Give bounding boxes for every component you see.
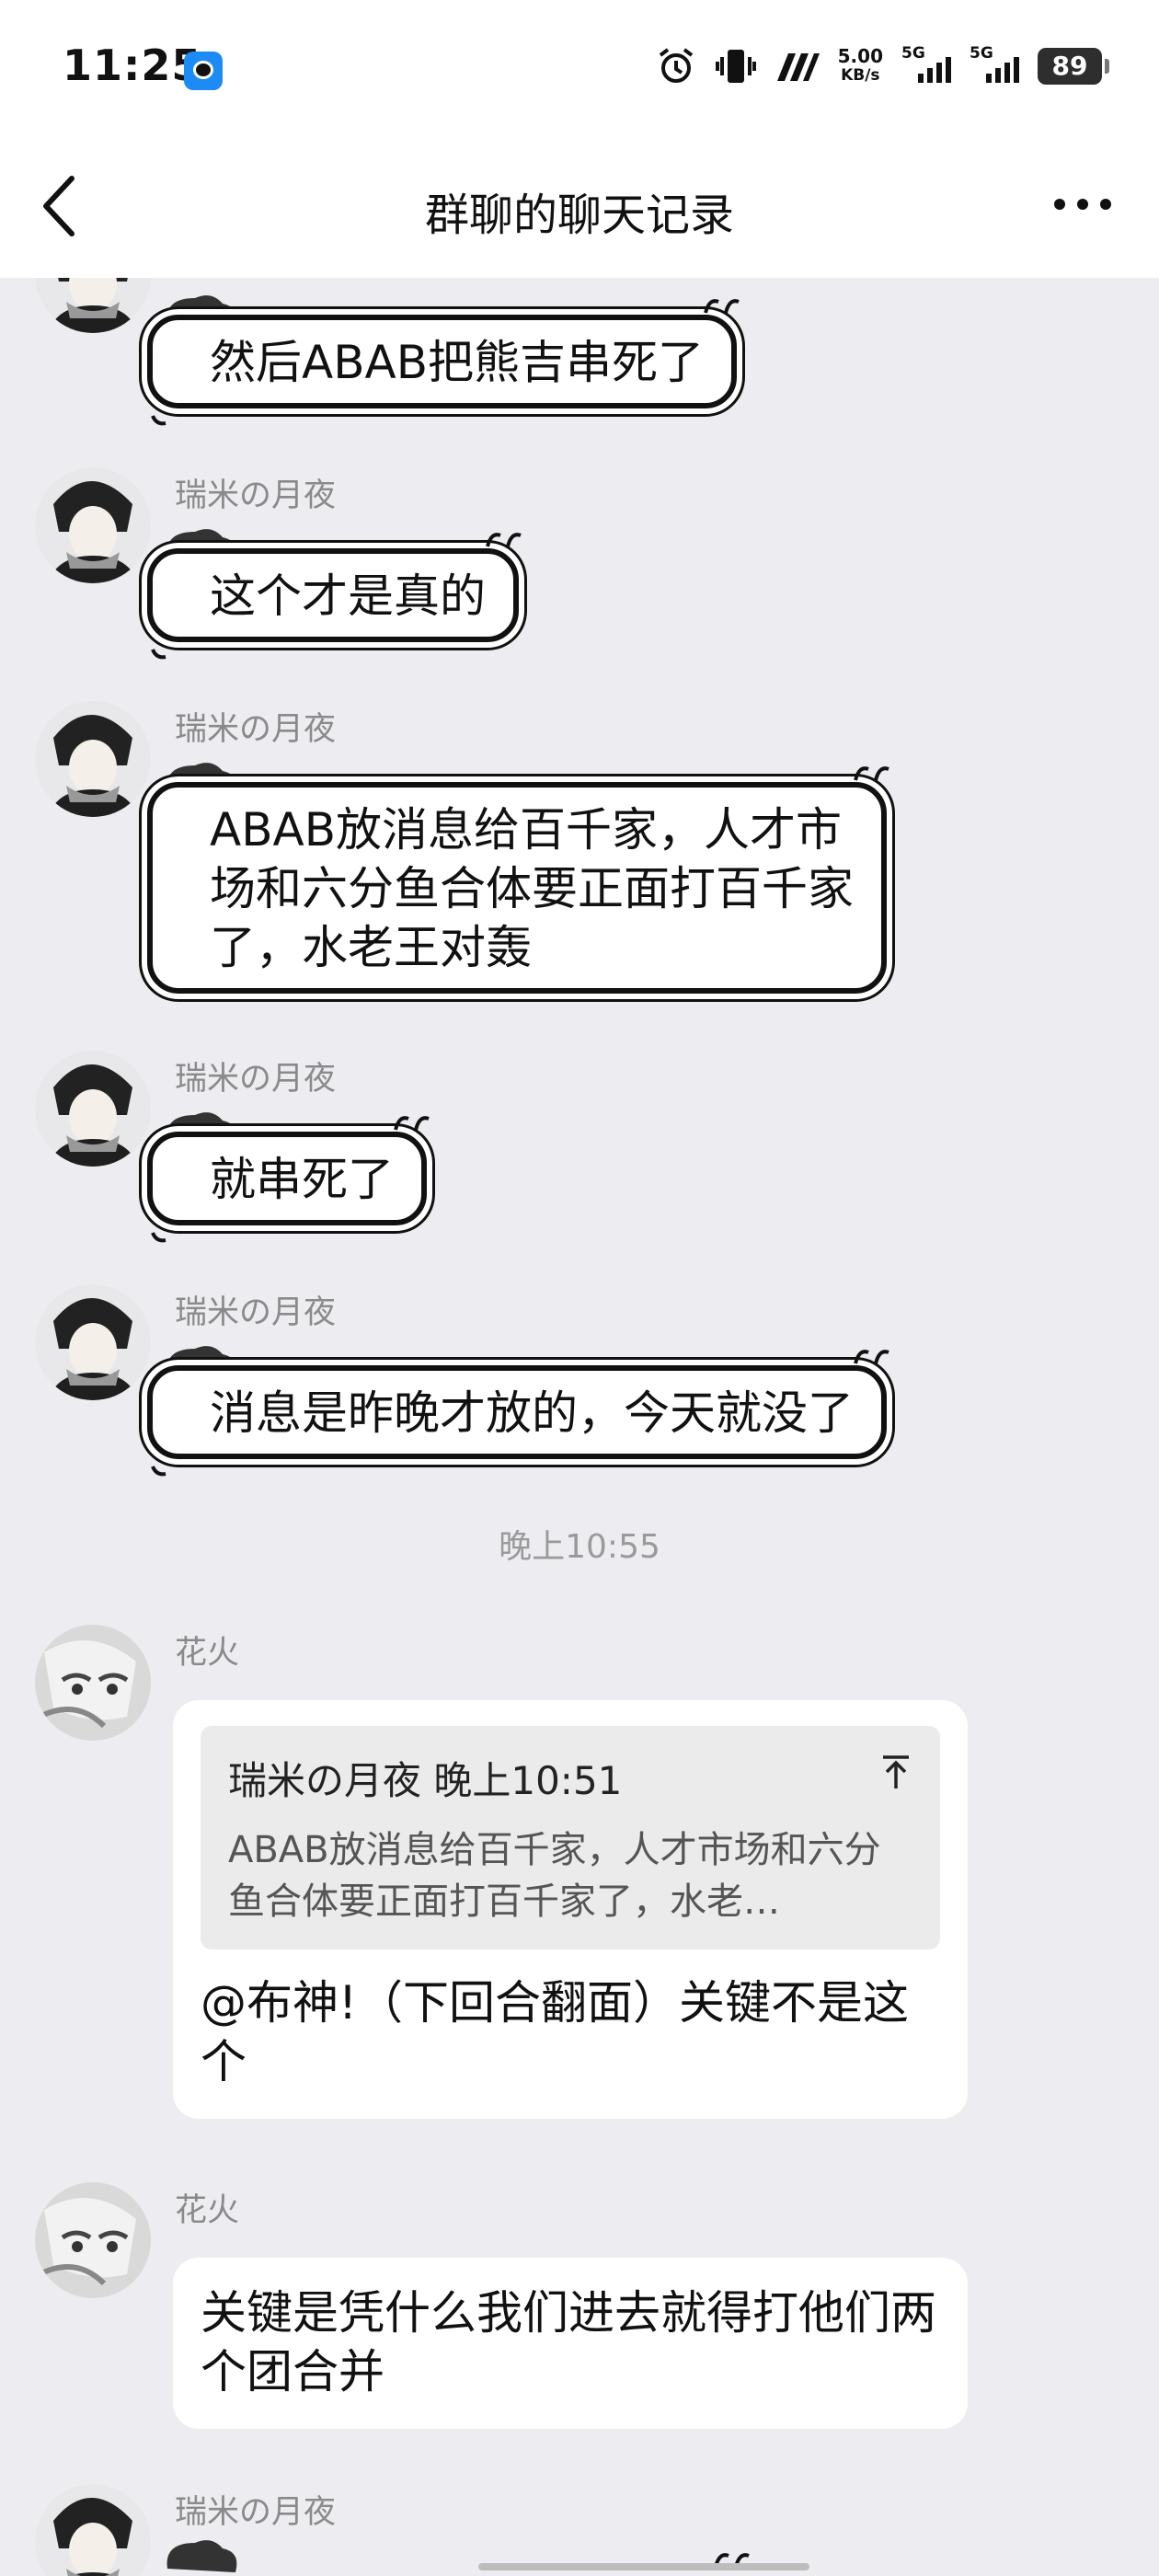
avatar[interactable] [35, 1051, 151, 1167]
message-text: 关键是凭什么我们进去就得打他们两个团合并 [201, 2286, 936, 2398]
avatar[interactable] [35, 2182, 151, 2298]
battery-indicator: 89 [1038, 48, 1109, 85]
arrow-up-icon[interactable] [879, 1754, 912, 1790]
sender-name: 瑞米の月夜 [175, 1294, 337, 1331]
message-text: @布神!（下回合翻面）关键不是这个 [201, 1976, 910, 2088]
message-bubble[interactable]: 瑞米の月夜 晚上10:51 ABAB放消息给百千家，人才市场和六分鱼合体要正面打… [173, 1700, 968, 2119]
status-icons: 5.00 KB/s 5G 5G 89 [656, 44, 1109, 86]
avatar[interactable] [35, 701, 151, 817]
app-notification-icon [184, 52, 223, 90]
signal-5g-2: 5G [970, 44, 1019, 85]
message-text: ABAB放消息给百千家，人才市 场和六分鱼合体要正面打百千家 了，水老王对轰 [147, 782, 887, 994]
message-text: 就串死了 [147, 1132, 427, 1225]
message-text: 消息是昨晚才放的，今天就没了 [147, 1365, 887, 1459]
quote-header: 瑞米の月夜 晚上10:51 [228, 1758, 623, 1803]
avatar[interactable] [35, 467, 151, 583]
sender-name: 瑞米の月夜 [175, 711, 337, 748]
sender-name: 花火 [175, 2192, 240, 2229]
sender-name: 瑞米の月夜 [175, 477, 337, 514]
network-speed: 5.00 KB/s [837, 45, 883, 86]
sender-name: 花火 [175, 1635, 240, 1672]
avatar[interactable] [35, 278, 151, 333]
message-bubble[interactable]: 关键是凭什么我们进去就得打他们两个团合并 [173, 2258, 968, 2429]
home-indicator[interactable] [478, 2563, 809, 2570]
status-bar: 11:25 5.00 KB/s 5G 5G 89 [0, 0, 1159, 138]
message-text: 这个才是真的 [147, 548, 519, 642]
avatar[interactable] [35, 2484, 151, 2576]
avatar[interactable] [35, 1625, 151, 1741]
message-text: 然后ABAB把熊吉串死了 [147, 315, 738, 408]
chat-history[interactable]: 然后ABAB把熊吉串死了 瑞米の月夜 这个才是真的 瑞米の月夜 ABAB放消息给… [0, 278, 1159, 2576]
signal-5g-1: 5G [901, 44, 951, 85]
message-bubble[interactable]: ABAB放消息给百千家，人才市 场和六分鱼合体要正面打百千家 了，水老王对轰 [143, 763, 889, 994]
bubble-decoration-icon [166, 2540, 237, 2572]
message-bubble[interactable]: 这个才是真的 [143, 529, 522, 660]
message-bubble[interactable]: 然后ABAB把熊吉串死了 [143, 295, 740, 426]
page-title: 群聊的聊天记录 [424, 190, 734, 241]
quoted-message[interactable]: 瑞米の月夜 晚上10:51 ABAB放消息给百千家，人才市场和六分鱼合体要正面打… [201, 1726, 940, 1949]
more-horizontal-icon[interactable] [1050, 186, 1115, 223]
message-bubble[interactable]: 消息是昨晚才放的，今天就没了 [143, 1346, 889, 1477]
quote-text: ABAB放消息给百千家，人才市场和六分鱼合体要正面打百千家了，水老… [228, 1829, 881, 1923]
sender-name: 瑞米の月夜 [175, 2494, 337, 2531]
nfc-icon [776, 53, 820, 81]
vibrate-icon [715, 50, 756, 83]
avatar[interactable] [35, 1284, 151, 1400]
nav-header: 群聊的聊天记录 [0, 138, 1159, 278]
sender-name: 瑞米の月夜 [175, 1061, 337, 1098]
status-time: 11:25 [63, 40, 202, 90]
message-bubble[interactable]: 就串死了 [143, 1112, 430, 1243]
chat-timestamp: 晚上10:55 [499, 1528, 660, 1566]
alarm-icon [659, 48, 693, 83]
